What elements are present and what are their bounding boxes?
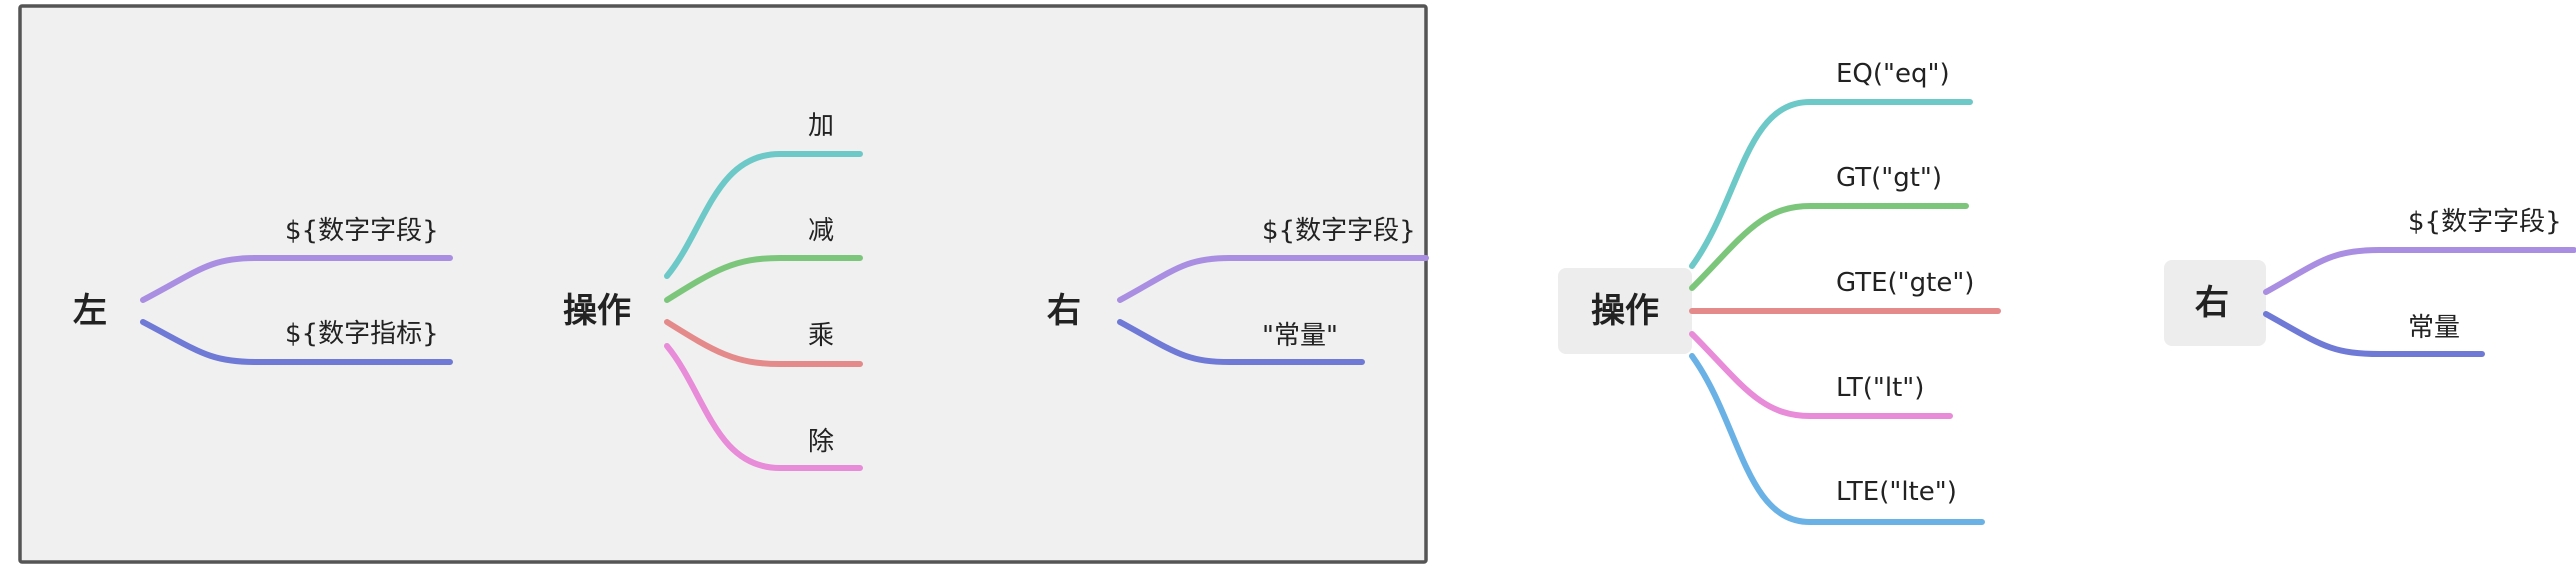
value-map: 右 ${数字字段} 常量 — [2164, 207, 2576, 357]
compare-map-leaf-lte[interactable]: LTE("lte") — [1836, 477, 1957, 507]
compare-map: 操作 EQ("eq") GT("gt") GTE("gte") LT("lt")… — [1558, 59, 2001, 525]
value-map-leaf-1[interactable]: ${数字字段} — [2408, 207, 2562, 237]
value-map-leaf-2[interactable]: 常量 — [2408, 313, 2460, 343]
left-map-leaf-2[interactable]: ${数字指标} — [285, 319, 439, 349]
left-map-leaf-1[interactable]: ${数字字段} — [285, 216, 439, 246]
compare-map-leaf-gte[interactable]: GTE("gte") — [1836, 268, 1974, 298]
op-map-leaf-mul[interactable]: 乘 — [808, 321, 834, 351]
compare-map-leaf-eq[interactable]: EQ("eq") — [1836, 59, 1950, 89]
mindmap-canvas: 左 ${数字字段} ${数字指标} 操作 加 减 乘 除 右 ${数字字段} "… — [18, 4, 2576, 564]
left-map-root[interactable]: 左 — [73, 291, 107, 331]
op-map-leaf-sub[interactable]: 减 — [808, 216, 834, 246]
value-map-branch-1 — [2263, 247, 2576, 295]
op-map-root[interactable]: 操作 — [563, 291, 631, 331]
framed-group-frame — [18, 4, 1428, 564]
op-map-leaf-div[interactable]: 除 — [808, 427, 834, 457]
compare-map-leaf-lt[interactable]: LT("lt") — [1836, 373, 1924, 403]
op-map-leaf-add[interactable]: 加 — [808, 111, 834, 141]
right-map-root[interactable]: 右 — [1047, 291, 1081, 331]
compare-map-leaf-gt[interactable]: GT("gt") — [1836, 163, 1942, 193]
compare-map-root[interactable]: 操作 — [1591, 291, 1659, 331]
right-map-leaf-1[interactable]: ${数字字段} — [1262, 216, 1416, 246]
value-map-root[interactable]: 右 — [2195, 283, 2229, 323]
right-map-leaf-2[interactable]: "常量" — [1262, 321, 1338, 351]
